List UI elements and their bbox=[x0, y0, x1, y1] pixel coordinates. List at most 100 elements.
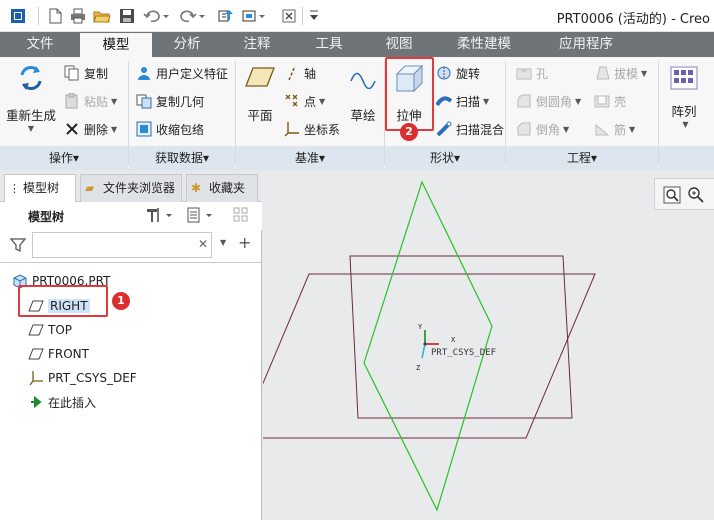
tree-node-csys-label: PRT_CSYS_DEF bbox=[48, 371, 137, 385]
insert-arrow-icon bbox=[31, 395, 42, 409]
customize-toolbar-icon[interactable] bbox=[308, 7, 320, 25]
undo-icon[interactable] bbox=[142, 7, 172, 25]
chevron-down-icon[interactable]: ▼ bbox=[629, 125, 635, 134]
datum-plane-icon bbox=[28, 348, 44, 360]
shrinkwrap-button[interactable]: 收缩包络 bbox=[136, 119, 204, 139]
draft-button[interactable]: 拔模 ▼ bbox=[594, 63, 647, 83]
tree-node-csys[interactable]: PRT_CSYS_DEF bbox=[28, 368, 137, 388]
shell-button[interactable]: 壳 bbox=[594, 91, 626, 111]
windows-icon[interactable] bbox=[240, 7, 270, 25]
delete-label: 删除 bbox=[84, 122, 109, 137]
chevron-down-icon[interactable]: ▼ bbox=[220, 238, 226, 247]
hole-button[interactable]: 孔 bbox=[516, 63, 548, 83]
chevron-down-icon[interactable]: ▼ bbox=[483, 97, 489, 106]
chevron-down-icon[interactable]: ▼ bbox=[111, 125, 117, 134]
udf-button[interactable]: 用户定义特征 bbox=[136, 63, 228, 83]
tab-view[interactable]: 视图 bbox=[366, 32, 432, 57]
tree-node-insert-here[interactable]: 在此插入 bbox=[28, 392, 96, 412]
tab-tools[interactable]: 工具 bbox=[292, 32, 366, 57]
round-icon bbox=[517, 94, 531, 108]
close-window-icon[interactable] bbox=[280, 7, 298, 25]
plane-button[interactable]: 平面 bbox=[240, 65, 280, 124]
udf-label: 用户定义特征 bbox=[156, 66, 229, 81]
clear-search-icon[interactable]: ✕ bbox=[198, 237, 208, 251]
tab-annotate[interactable]: 注释 bbox=[222, 32, 292, 57]
tab-folder-browser[interactable]: ▰ 文件夹浏览器 bbox=[80, 174, 182, 202]
tab-applications[interactable]: 应用程序 bbox=[536, 32, 636, 57]
plane-label: 平面 bbox=[247, 108, 273, 123]
pattern-icon bbox=[670, 66, 698, 90]
tree-node-front-label: FRONT bbox=[48, 347, 89, 361]
print-icon[interactable] bbox=[68, 7, 88, 25]
tab-model-tree-label: 模型树 bbox=[23, 181, 60, 195]
swept-blend-button[interactable]: 扫描混合 bbox=[436, 119, 504, 139]
chevron-down-icon[interactable]: ▼ bbox=[667, 120, 704, 129]
tab-favorites[interactable]: ✱ 收藏夹 bbox=[186, 174, 258, 202]
tree-node-top[interactable]: TOP bbox=[28, 320, 72, 340]
tab-model[interactable]: 模型 bbox=[80, 33, 152, 57]
step-badge-1: 1 bbox=[112, 292, 130, 310]
funnel-filter-icon[interactable] bbox=[9, 237, 27, 256]
pattern-button[interactable]: 阵列 ▼ bbox=[664, 65, 704, 129]
sweep-button[interactable]: 扫描 ▼ bbox=[436, 91, 489, 111]
point-button[interactable]: 点 ▼ bbox=[284, 91, 325, 111]
copy-button[interactable]: 复制 bbox=[64, 63, 108, 83]
tree-search-input[interactable] bbox=[32, 232, 212, 258]
tab-model-tree[interactable]: ⋮ 模型树 bbox=[4, 174, 76, 202]
toolbar-divider bbox=[38, 7, 39, 25]
csys-icon bbox=[29, 371, 43, 386]
chevron-down-icon[interactable]: ▼ bbox=[111, 97, 117, 106]
copy-geometry-button[interactable]: 复制几何 bbox=[136, 91, 204, 111]
tree-node-front[interactable]: FRONT bbox=[28, 344, 89, 364]
top-datum-plane[interactable] bbox=[349, 255, 573, 419]
sketch-button[interactable]: 草绘 bbox=[346, 65, 380, 124]
tree-filter-icon[interactable] bbox=[232, 206, 250, 227]
group-divider bbox=[658, 61, 659, 165]
rib-icon bbox=[595, 123, 610, 136]
revolve-button[interactable]: 旋转 bbox=[436, 63, 480, 83]
delete-button[interactable]: 删除 ▼ bbox=[64, 119, 117, 139]
chevron-down-icon[interactable]: ▼ bbox=[641, 69, 647, 78]
front-datum-plane[interactable] bbox=[263, 273, 596, 439]
group-label-datum[interactable]: 基准▾ bbox=[236, 147, 384, 169]
add-filter-icon[interactable]: + bbox=[238, 233, 251, 252]
group-label-get-data[interactable]: 获取数据▾ bbox=[129, 147, 235, 169]
tree-show-icon[interactable] bbox=[186, 206, 216, 227]
tab-flexible-modeling[interactable]: 柔性建模 bbox=[432, 32, 536, 57]
rib-button[interactable]: 筋 ▼ bbox=[594, 119, 635, 139]
csys-button[interactable]: 坐标系 bbox=[284, 119, 340, 139]
round-button[interactable]: 倒圆角 ▼ bbox=[516, 91, 581, 111]
axis-button[interactable]: 轴 bbox=[284, 63, 316, 83]
tab-analysis[interactable]: 分析 bbox=[152, 32, 222, 57]
chevron-down-icon[interactable]: ▼ bbox=[575, 97, 581, 106]
redo-icon[interactable] bbox=[178, 7, 208, 25]
new-icon[interactable] bbox=[46, 7, 64, 25]
sweep-label: 扫描 bbox=[456, 94, 481, 109]
csys-icon bbox=[284, 122, 299, 137]
chamfer-label: 倒角 bbox=[536, 122, 561, 137]
right-datum-plane[interactable] bbox=[363, 180, 493, 512]
chevron-down-icon[interactable]: ▼ bbox=[563, 125, 569, 134]
group-label-engineering[interactable]: 工程▾ bbox=[506, 147, 658, 169]
extrude-highlight-box bbox=[385, 57, 434, 131]
tree-settings-icon[interactable] bbox=[144, 206, 174, 227]
group-label-operations[interactable]: 操作▾ bbox=[0, 147, 128, 169]
shell-label: 壳 bbox=[614, 94, 627, 109]
ribbon-tab-bar: 文件 模型 分析 注释 工具 视图 柔性建模 应用程序 bbox=[0, 32, 714, 57]
chamfer-button[interactable]: 倒角 ▼ bbox=[516, 119, 569, 139]
save-icon[interactable] bbox=[118, 7, 136, 25]
swept-blend-icon bbox=[436, 121, 452, 137]
chevron-down-icon[interactable]: ▼ bbox=[319, 97, 325, 106]
model-scene: Y X Z PRT_CSYS_DEF bbox=[263, 180, 596, 512]
open-icon[interactable] bbox=[92, 7, 112, 25]
group-label-shapes[interactable]: 形状▾ bbox=[385, 147, 505, 169]
graphics-viewport[interactable]: Y X Z PRT_CSYS_DEF bbox=[263, 170, 714, 520]
tab-file[interactable]: 文件 bbox=[0, 32, 80, 57]
chevron-down-icon[interactable]: ▼ bbox=[4, 124, 58, 133]
ribbon: 重新生成 ▼ 复制 粘贴▼ 删除▼ 操作▾ 用户定义特征 复制几何 收缩包络 bbox=[0, 57, 714, 170]
paste-button[interactable]: 粘贴 ▼ bbox=[64, 91, 117, 111]
regenerate-icon[interactable] bbox=[216, 7, 236, 25]
regenerate-button[interactable]: 重新生成 ▼ bbox=[4, 63, 58, 133]
app-menu-icon[interactable] bbox=[8, 7, 28, 25]
datum-plane-icon bbox=[28, 324, 44, 336]
